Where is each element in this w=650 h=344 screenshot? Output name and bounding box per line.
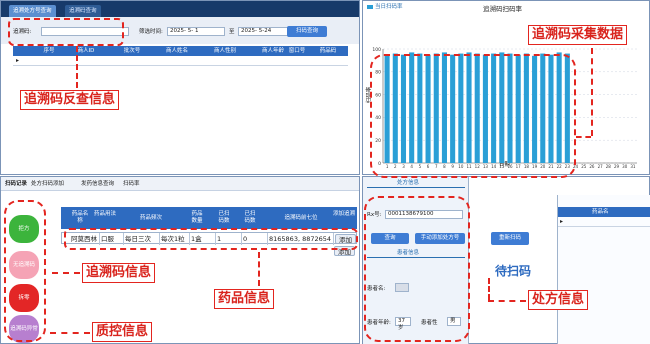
drug-tabbar: 扫码记录 处方扫码添加 发药信息查询 扫码率: [1, 177, 359, 191]
filter-time-label: 筛选时间:: [139, 29, 163, 35]
qc-box: [4, 200, 46, 342]
rx-info-label: 处方信息: [528, 290, 589, 310]
scan-query-button[interactable]: 扫码查询: [287, 26, 327, 37]
qc-connector: [50, 332, 90, 334]
rx-drug-list-row[interactable]: ▸: [558, 217, 650, 227]
col-patient-id: 商人ID: [77, 48, 95, 54]
date-separator: 至: [229, 29, 235, 35]
row-marker-icon: ▸: [16, 57, 20, 64]
x-tick-label: 27: [598, 164, 604, 169]
drug-info-connector: [258, 252, 260, 286]
y-tick-label: 100: [372, 47, 381, 53]
tab-dispense-query[interactable]: 发药信息查询: [81, 180, 114, 188]
col-index: 序号: [43, 48, 55, 54]
col-frequency: 药品频次: [139, 215, 162, 221]
trace-reverse-connector: [76, 46, 78, 88]
waiting-scan-text: 待扫码: [495, 264, 532, 278]
date-from-picker[interactable]: 2025- 5- 1: [167, 27, 225, 36]
trace-info-label: 追溯码信息: [82, 263, 156, 283]
chart-title: 追溯码扫码率: [483, 5, 522, 13]
tab-trace-query[interactable]: 追溯码查询: [65, 5, 101, 17]
query-table-row[interactable]: ▸: [13, 56, 348, 66]
col-usage: 药品用法: [93, 211, 116, 217]
x-tick-label: 31: [630, 164, 636, 169]
rx-section-title: 处方信息: [397, 180, 420, 186]
date-from-value: 2025- 5- 1: [170, 28, 199, 34]
col-scanned-2: 已扫码数: [244, 211, 256, 224]
rx-info-connector-v: [488, 278, 490, 300]
trace-info-connector: [52, 272, 80, 274]
drug-info-box: [64, 228, 358, 250]
x-tick-label: 29: [614, 164, 620, 169]
col-drug-name: 药品名称: [71, 211, 89, 224]
x-tick-label: 30: [622, 164, 628, 169]
chart-legend-swatch: [367, 5, 373, 9]
tab-scan-rate[interactable]: 扫码率: [123, 180, 140, 188]
col-add-trace: 添加追溯: [333, 211, 356, 217]
col-sex: 商人性别: [213, 48, 236, 54]
col-quantity: 药品数量: [191, 211, 203, 224]
query-tabbar: 追溯处方号查询 追溯码查询: [1, 1, 359, 17]
col-trace-prefix: 追溯码前七位: [284, 215, 318, 221]
tab-rx-query[interactable]: 追溯处方号查询: [9, 5, 56, 17]
trace-collect-label: 追溯码采集数据: [528, 25, 628, 45]
rx-drug-list: 药品名 ▸: [557, 195, 650, 344]
rx-drug-list-header: 药品名: [558, 207, 650, 217]
drug-panel: 扫码记录 处方扫码添加 发药信息查询 扫码率 拒方 无追溯码 拆零 追溯码异常 …: [0, 176, 360, 344]
date-to-value: 2025- 5-24: [241, 28, 272, 34]
x-tick-label: 25: [581, 164, 587, 169]
rescan-button[interactable]: 重新扫码: [491, 232, 529, 245]
chart-header: 当日扫码率: [375, 4, 403, 10]
query-table-header: 序号 商人ID 批次号 商人姓名 商人性别 商人年龄 窗口号 药品码: [13, 46, 348, 56]
col-scanned: 已扫码数: [218, 211, 230, 224]
rx-info-connector-h: [488, 300, 526, 302]
drug-info-label: 药品信息: [214, 289, 275, 309]
trace-reverse-label: 追溯码反查信息: [20, 90, 120, 110]
col-batch: 批次号: [123, 48, 141, 54]
trace-collect-connector: [591, 48, 593, 136]
trace-collect-connector-h: [576, 136, 591, 138]
trace-reverse-box: [8, 18, 124, 46]
tab-rx-scan-add[interactable]: 处方扫码添加: [31, 180, 64, 188]
x-tick-label: 28: [606, 164, 612, 169]
trace-collect-box: [370, 54, 576, 178]
drug-table-header: 药品名称 药品用法 药品频次 药品数量 已扫码数 已扫码数 追溯码前七位 添加追…: [61, 207, 357, 229]
rx-section-line: [367, 187, 465, 188]
col-name: 商人姓名: [165, 48, 188, 54]
rx-info-box: [364, 196, 470, 342]
col-drug-code: 药品码: [319, 48, 337, 54]
tab-scan-record[interactable]: 扫码记录: [5, 180, 27, 188]
rx-row-marker-icon: ▸: [560, 218, 564, 225]
x-tick-label: 26: [589, 164, 595, 169]
rx-drug-col-name: 药品名: [592, 209, 609, 215]
qc-label: 质控信息: [92, 322, 153, 342]
